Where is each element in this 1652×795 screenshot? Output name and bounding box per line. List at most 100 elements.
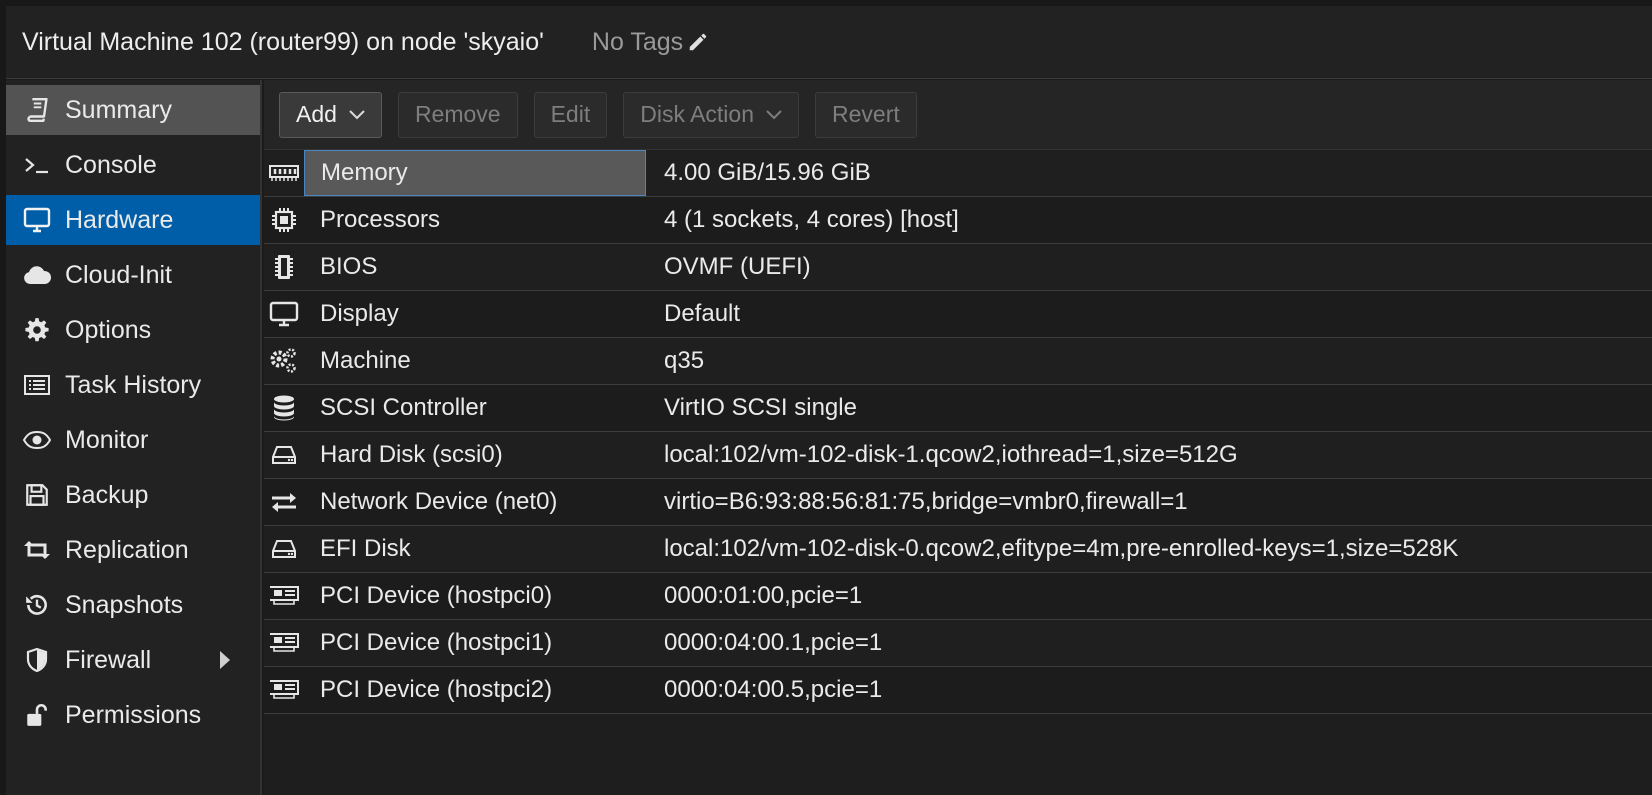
row-name: Machine xyxy=(320,347,411,374)
history-icon xyxy=(22,590,52,620)
edit-button[interactable]: Edit xyxy=(533,91,608,138)
sidebar-item-console[interactable]: Console xyxy=(6,140,260,190)
row-name: PCI Device (hostpci2) xyxy=(320,676,553,703)
desktop-icon xyxy=(264,291,304,337)
remove-button-label: Remove xyxy=(414,101,501,127)
remove-button[interactable]: Remove xyxy=(397,91,518,138)
disk-action-button-label: Disk Action xyxy=(640,101,754,127)
cogs-icon xyxy=(264,338,304,384)
hdd-icon xyxy=(264,432,304,478)
sidebar-item-label: Task History xyxy=(65,370,202,399)
chevron-down-icon xyxy=(766,109,782,120)
row-name: EFI Disk xyxy=(320,535,411,562)
row-value: q35 xyxy=(664,347,705,374)
pci-card-icon xyxy=(264,573,304,619)
hardware-panel: Add Remove Edit Disk Action Revert Memor… xyxy=(264,80,1652,795)
row-name: Display xyxy=(320,300,399,327)
row-value: 0000:01:00,pcie=1 xyxy=(664,582,863,609)
tags-label: No Tags xyxy=(591,27,684,56)
edit-button-label: Edit xyxy=(550,101,591,127)
sidebar-item-task-history[interactable]: Task History xyxy=(6,360,260,410)
row-value: OVMF (UEFI) xyxy=(664,253,811,280)
revert-button-label: Revert xyxy=(832,101,900,127)
table-row-hard-disk[interactable]: Hard Disk (scsi0) local:102/vm-102-disk-… xyxy=(264,432,1652,479)
sidebar-item-firewall[interactable]: Firewall xyxy=(6,635,260,685)
book-icon xyxy=(22,95,52,125)
row-value: 4 (1 sockets, 4 cores) [host] xyxy=(664,206,959,233)
title-bar: Virtual Machine 102 (router99) on node '… xyxy=(6,6,1652,79)
sidebar-item-hardware[interactable]: Hardware xyxy=(6,195,260,245)
pencil-icon[interactable] xyxy=(683,31,709,53)
sidebar-item-backup[interactable]: Backup xyxy=(6,470,260,520)
eye-icon xyxy=(22,425,52,455)
sidebar: Summary Console Hardware Cloud-Init Opti… xyxy=(6,80,262,795)
add-button-label: Add xyxy=(296,101,337,127)
hardware-grid: Memory 4.00 GiB/15.96 GiB Processors 4 (… xyxy=(264,150,1652,714)
table-row-bios[interactable]: BIOS OVMF (UEFI) xyxy=(264,244,1652,291)
revert-button[interactable]: Revert xyxy=(815,91,917,138)
sidebar-item-summary[interactable]: Summary xyxy=(6,85,260,135)
sidebar-item-label: Permissions xyxy=(65,700,202,729)
row-name: Network Device (net0) xyxy=(320,488,558,515)
sidebar-item-label: Snapshots xyxy=(65,590,184,619)
toolbar: Add Remove Edit Disk Action Revert xyxy=(264,80,1652,150)
table-row-efi-disk[interactable]: EFI Disk local:102/vm-102-disk-0.qcow2,e… xyxy=(264,526,1652,573)
table-row-pci-device-0[interactable]: PCI Device (hostpci0) 0000:01:00,pcie=1 xyxy=(264,573,1652,620)
chevron-down-icon xyxy=(349,109,365,120)
table-row-processors[interactable]: Processors 4 (1 sockets, 4 cores) [host] xyxy=(264,197,1652,244)
row-name: Processors xyxy=(320,206,441,233)
table-row-memory[interactable]: Memory 4.00 GiB/15.96 GiB xyxy=(264,150,1652,197)
page-title: Virtual Machine 102 (router99) on node '… xyxy=(22,27,544,56)
sidebar-item-label: Firewall xyxy=(65,645,152,674)
add-button[interactable]: Add xyxy=(279,91,382,138)
floppy-icon xyxy=(22,480,52,510)
sidebar-item-cloud-init[interactable]: Cloud-Init xyxy=(6,250,260,300)
table-row-pci-device-1[interactable]: PCI Device (hostpci1) 0000:04:00.1,pcie=… xyxy=(264,620,1652,667)
list-icon xyxy=(22,370,52,400)
retweet-icon xyxy=(22,535,52,565)
sidebar-item-label: Monitor xyxy=(65,425,149,454)
row-value: 4.00 GiB/15.96 GiB xyxy=(664,159,871,186)
memory-icon xyxy=(264,150,304,196)
tags-editor[interactable]: No Tags xyxy=(592,28,709,57)
row-value: local:102/vm-102-disk-0.qcow2,efitype=4m… xyxy=(664,535,1459,562)
row-value: VirtIO SCSI single xyxy=(664,394,857,421)
table-row-display[interactable]: Display Default xyxy=(264,291,1652,338)
row-value: 0000:04:00.5,pcie=1 xyxy=(664,676,883,703)
unlock-icon xyxy=(22,700,52,730)
row-value: Default xyxy=(664,300,741,327)
row-name: BIOS xyxy=(320,253,378,280)
microchip-icon xyxy=(264,244,304,290)
sidebar-item-monitor[interactable]: Monitor xyxy=(6,415,260,465)
sidebar-item-options[interactable]: Options xyxy=(6,305,260,355)
sidebar-item-snapshots[interactable]: Snapshots xyxy=(6,580,260,630)
database-icon xyxy=(264,385,304,431)
exchange-icon xyxy=(264,479,304,525)
sidebar-item-label: Summary xyxy=(65,95,172,124)
sidebar-item-label: Backup xyxy=(65,480,149,509)
row-name: Hard Disk (scsi0) xyxy=(320,441,503,468)
gear-icon xyxy=(22,315,52,345)
expand-arrow-icon[interactable] xyxy=(220,651,230,669)
row-name: SCSI Controller xyxy=(320,394,487,421)
sidebar-item-label: Hardware xyxy=(65,205,174,234)
row-name: PCI Device (hostpci1) xyxy=(320,629,553,656)
table-row-machine[interactable]: Machine q35 xyxy=(264,338,1652,385)
app-window: Virtual Machine 102 (router99) on node '… xyxy=(6,6,1652,795)
sidebar-item-label: Replication xyxy=(65,535,189,564)
table-row-network-device[interactable]: Network Device (net0) virtio=B6:93:88:56… xyxy=(264,479,1652,526)
sidebar-item-label: Cloud-Init xyxy=(65,260,172,289)
row-value: virtio=B6:93:88:56:81:75,bridge=vmbr0,fi… xyxy=(664,488,1188,515)
sidebar-item-permissions[interactable]: Permissions xyxy=(6,690,260,740)
desktop-icon xyxy=(22,205,52,235)
sidebar-item-label: Options xyxy=(65,315,152,344)
disk-action-button[interactable]: Disk Action xyxy=(623,91,799,138)
row-value: local:102/vm-102-disk-1.qcow2,iothread=1… xyxy=(664,441,1238,468)
table-row-scsi-controller[interactable]: SCSI Controller VirtIO SCSI single xyxy=(264,385,1652,432)
table-row-pci-device-2[interactable]: PCI Device (hostpci2) 0000:04:00.5,pcie=… xyxy=(264,667,1652,714)
pci-card-icon xyxy=(264,620,304,666)
cpu-icon xyxy=(264,197,304,243)
sidebar-item-label: Console xyxy=(65,150,157,179)
sidebar-item-replication[interactable]: Replication xyxy=(6,525,260,575)
shield-icon xyxy=(22,645,52,675)
